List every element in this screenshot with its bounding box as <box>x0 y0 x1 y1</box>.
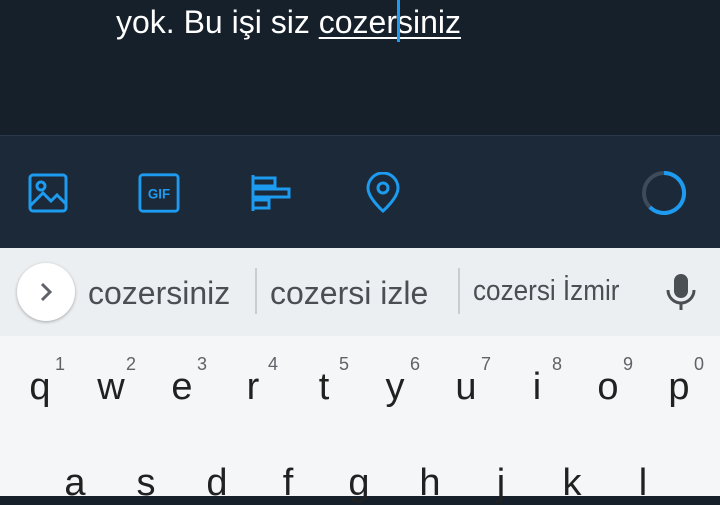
image-icon[interactable] <box>27 172 69 214</box>
key-h[interactable]: h <box>400 462 460 505</box>
suggestion-strip: cozersiniz cozersi izle cozersi İzmir <box>0 248 720 336</box>
key-hint: 6 <box>410 354 421 374</box>
key-hint: 0 <box>694 354 705 374</box>
key-k[interactable]: k <box>542 462 602 505</box>
tweet-text[interactable]: yok. Bu işi siz cozer siniz <box>116 0 461 42</box>
compose-area[interactable]: yok. Bu işi siz cozer siniz <box>0 0 720 135</box>
key-hint: 7 <box>481 354 492 374</box>
character-count-ring <box>642 170 687 215</box>
suggestion-1[interactable]: cozersiniz <box>88 275 230 312</box>
key-a[interactable]: a <box>45 462 105 505</box>
compose-toolbar: GIF <box>0 135 720 249</box>
key-hint: 4 <box>268 354 279 374</box>
composing-word-left: cozer <box>318 4 397 40</box>
text-cursor <box>396 0 400 42</box>
location-icon[interactable] <box>362 172 404 214</box>
key-hint: 1 <box>55 354 66 374</box>
chevron-right-icon <box>40 282 53 302</box>
key-hint: 3 <box>197 354 208 374</box>
gif-icon[interactable]: GIF <box>138 172 180 214</box>
key-s[interactable]: s <box>116 462 176 505</box>
key-j[interactable]: j <box>471 462 531 505</box>
key-hint: 2 <box>126 354 137 374</box>
keyboard: q 1 w 2 e 3 r 4 t 5 y 6 u 7 i 8 o 9 p 0 … <box>0 336 720 504</box>
microphone-icon[interactable] <box>664 272 698 312</box>
key-f[interactable]: f <box>258 462 318 505</box>
key-hint: 5 <box>339 354 350 374</box>
suggestion-divider <box>255 268 257 314</box>
expand-suggestions-button[interactable] <box>17 263 75 321</box>
suggestion-divider <box>458 268 460 314</box>
key-g[interactable]: g <box>329 462 389 505</box>
key-hint: 9 <box>623 354 634 374</box>
poll-icon[interactable] <box>250 172 292 214</box>
composing-word-right: siniz <box>396 4 461 40</box>
key-hint: 8 <box>552 354 563 374</box>
key-d[interactable]: d <box>187 462 247 505</box>
gif-label: GIF <box>148 187 170 202</box>
suggestion-3[interactable]: cozersi İzmir <box>473 275 619 308</box>
suggestion-2[interactable]: cozersi izle <box>270 275 428 312</box>
composing-word: cozer siniz <box>318 0 461 42</box>
key-l[interactable]: l <box>613 462 673 505</box>
tweet-text-plain: yok. Bu işi siz <box>116 4 319 40</box>
